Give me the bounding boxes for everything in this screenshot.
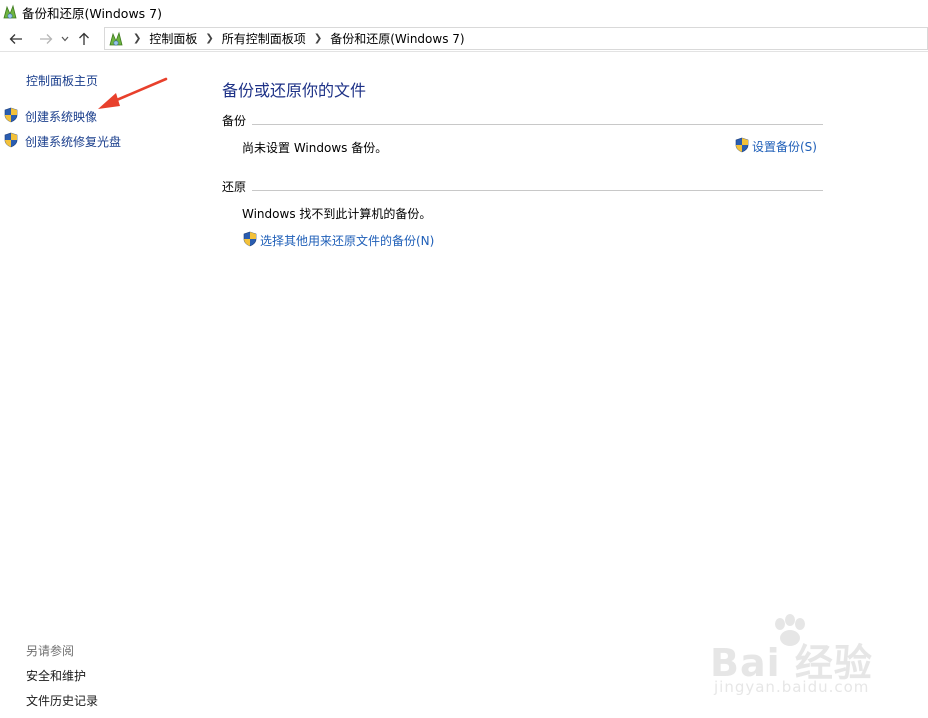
uac-shield-icon — [734, 137, 750, 156]
setup-backup-link[interactable]: 设置备份(S) — [734, 137, 817, 156]
create-repair-disc-label: 创建系统修复光盘 — [25, 135, 122, 149]
create-repair-disc-link[interactable]: 创建系统修复光盘 — [3, 132, 121, 151]
breadcrumb-control-panel[interactable]: 控制面板 — [149, 30, 197, 47]
breadcrumb-separator-icon[interactable]: ❯ — [205, 33, 213, 44]
control-panel-icon — [107, 30, 125, 48]
restore-section-label: 还原 — [222, 180, 247, 194]
create-system-image-link[interactable]: 创建系统映像 — [3, 107, 97, 126]
select-other-backup-label: 选择其他用来还原文件的备份(N) — [260, 234, 435, 248]
watermark-url-text: jingyan.baidu.com — [714, 678, 870, 696]
file-history-link[interactable]: 文件历史记录 — [26, 692, 98, 709]
uac-shield-icon — [242, 231, 258, 250]
left-pane: 控制面板主页 创建系统映像 创建系统修复光盘 另请参阅 安全和维护 文件历史记录 — [0, 52, 200, 718]
setup-backup-label: 设置备份(S) — [752, 140, 817, 154]
backup-status-text: 尚未设置 Windows 备份。 — [242, 141, 388, 155]
backup-section-label: 备份 — [222, 114, 247, 128]
uac-shield-icon — [3, 107, 19, 126]
backup-section-header: 备份 — [222, 112, 823, 129]
up-arrow-icon[interactable] — [72, 27, 96, 51]
restore-section-header: 还原 — [222, 178, 823, 195]
control-panel-home-link[interactable]: 控制面板主页 — [26, 72, 98, 89]
create-system-image-label: 创建系统映像 — [25, 110, 98, 124]
breadcrumb-separator-icon[interactable]: ❯ — [133, 33, 141, 44]
see-also-heading: 另请参阅 — [26, 644, 75, 658]
chevron-down-icon[interactable] — [58, 27, 72, 51]
backup-restore-icon — [2, 4, 18, 20]
breadcrumb-backup-restore[interactable]: 备份和还原(Windows 7) — [330, 30, 464, 47]
baidu-watermark: Bai 经验 jingyan.baidu.com — [700, 612, 890, 702]
breadcrumb-all-items[interactable]: 所有控制面板项 — [222, 30, 306, 47]
uac-shield-icon — [3, 132, 19, 151]
forward-arrow-icon[interactable] — [34, 27, 58, 51]
security-maintenance-link[interactable]: 安全和维护 — [26, 667, 86, 684]
page-title: 备份或还原你的文件 — [222, 81, 367, 100]
title-bar: 备份和还原(Windows 7) — [0, 0, 928, 24]
back-arrow-icon[interactable] — [4, 27, 28, 51]
backup-restore-window: 备份和还原(Windows 7) ❯ 控制面板 ❯ 所有控制面板项 ❯ 备份和还… — [0, 0, 928, 718]
breadcrumb-separator-icon[interactable]: ❯ — [314, 33, 322, 44]
address-bar[interactable]: ❯ 控制面板 ❯ 所有控制面板项 ❯ 备份和还原(Windows 7) — [104, 27, 928, 50]
section-divider — [252, 190, 823, 191]
window-title: 备份和还原(Windows 7) — [22, 5, 162, 21]
restore-status-text: Windows 找不到此计算机的备份。 — [242, 207, 432, 221]
annotation-arrow-icon — [98, 77, 168, 109]
navigation-bar: ❯ 控制面板 ❯ 所有控制面板项 ❯ 备份和还原(Windows 7) — [0, 26, 928, 52]
section-divider — [252, 124, 823, 125]
select-other-backup-link[interactable]: 选择其他用来还原文件的备份(N) — [242, 231, 434, 250]
